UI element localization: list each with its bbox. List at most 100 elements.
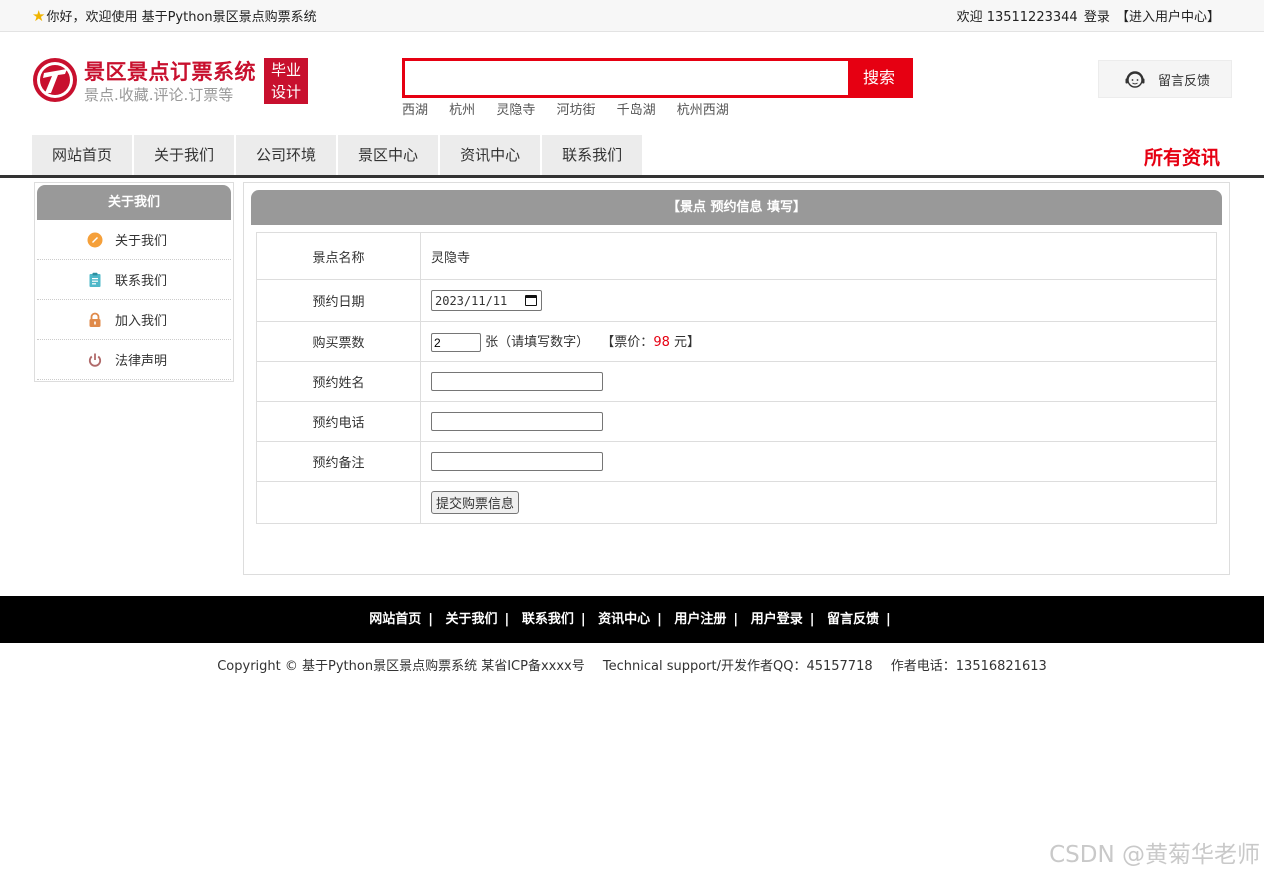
- nav-item-news[interactable]: 资讯中心: [440, 135, 542, 175]
- lock-icon: [89, 312, 101, 327]
- form-row-submit: 提交购票信息: [256, 481, 1217, 524]
- note-label: 预约备注: [256, 441, 421, 482]
- price-suffix: 元】: [674, 335, 701, 350]
- clipboard-icon: [89, 272, 101, 287]
- nav-item-home[interactable]: 网站首页: [32, 135, 134, 175]
- logo-subtitle: 景点.收藏.评论.订票等: [84, 86, 234, 104]
- copyright-line: Copyright © 基于Python景区景点购票系统 某省ICP备xxxx号…: [0, 655, 1264, 674]
- footer-separator: |: [809, 612, 815, 627]
- top-bar: ★ 你好，欢迎使用 基于Python景区景点购票系统 欢迎 1351122334…: [0, 0, 1264, 32]
- spot-label: 景点名称: [256, 232, 421, 280]
- footer-separator: |: [886, 612, 891, 627]
- hotword-link[interactable]: 西湖: [402, 103, 428, 118]
- logo-title: 景区景点订票系统: [84, 60, 256, 84]
- sidebar-item-legal[interactable]: 法律声明: [37, 340, 231, 380]
- login-link[interactable]: 登录: [1084, 10, 1110, 25]
- all-news-link[interactable]: 所有资讯: [1144, 143, 1220, 170]
- hotword-link[interactable]: 灵隐寺: [496, 103, 535, 118]
- logo-badge: 毕业 设计: [264, 58, 308, 104]
- booking-panel-title: 【景点 预约信息 填写】: [251, 190, 1222, 225]
- nav-item-about[interactable]: 关于我们: [134, 135, 236, 175]
- form-row-date: 预约日期 2023/11/11: [256, 279, 1217, 322]
- badge-line-2: 设计: [270, 83, 301, 101]
- nav-item-scenic[interactable]: 景区中心: [338, 135, 440, 175]
- main-nav: 网站首页 关于我们 公司环境 景区中心 资讯中心 联系我们: [32, 135, 644, 175]
- sidebar: 关于我们 关于我们 联系我们 加入我们 法律声明: [34, 182, 234, 382]
- nav-item-contact[interactable]: 联系我们: [542, 135, 644, 175]
- feedback-label: 留言反馈: [1158, 73, 1211, 89]
- submit-button[interactable]: 提交购票信息: [431, 491, 520, 514]
- price-prefix: 【票价：: [601, 335, 654, 350]
- date-input[interactable]: 2023/11/11: [431, 290, 542, 311]
- footer-separator: |: [580, 612, 586, 627]
- feedback-button[interactable]: 留言反馈: [1098, 60, 1232, 98]
- sidebar-item-contact[interactable]: 联系我们: [37, 260, 231, 300]
- user-greeting: 欢迎 13511223344: [956, 10, 1078, 25]
- footer-separator: |: [428, 612, 433, 627]
- phone-input[interactable]: [431, 412, 603, 431]
- sidebar-item-label: 关于我们: [115, 234, 168, 249]
- note-input[interactable]: [431, 452, 603, 471]
- about-icon: [87, 232, 103, 247]
- user-links: 欢迎 13511223344 登录 【进入用户中心】: [955, 6, 1220, 25]
- search-button[interactable]: 搜索: [848, 61, 910, 95]
- footer-separator: |: [657, 612, 662, 627]
- sidebar-item-label: 法律声明: [115, 354, 168, 369]
- footer-link-news[interactable]: 资讯中心: [598, 612, 650, 627]
- ticket-price: 98: [653, 335, 670, 350]
- form-row-phone: 预约电话: [256, 401, 1217, 442]
- footer-link-contact[interactable]: 联系我们: [522, 612, 574, 627]
- nav-item-environment[interactable]: 公司环境: [236, 135, 338, 175]
- form-row-spot: 景点名称 灵隐寺: [256, 232, 1217, 280]
- welcome-text: 你好，欢迎使用 基于Python景区景点购票系统: [46, 10, 317, 25]
- booking-panel: 【景点 预约信息 填写】 景点名称 灵隐寺 预约日期 2023/11/11 购买…: [243, 182, 1230, 575]
- phone-label: 预约电话: [256, 401, 421, 442]
- footer-separator: |: [504, 612, 510, 627]
- footer-link-register[interactable]: 用户注册: [674, 612, 726, 627]
- name-input[interactable]: [431, 372, 603, 391]
- footer-link-feedback[interactable]: 留言反馈: [827, 612, 879, 627]
- hotword-link[interactable]: 千岛湖: [617, 103, 656, 118]
- date-label: 预约日期: [256, 279, 421, 322]
- copyright-text: Copyright © 基于Python景区景点购票系统 某省ICP备xxxx号: [217, 659, 585, 674]
- star-icon: ★: [32, 6, 46, 25]
- csdn-watermark: CSDN @黄菊华老师: [1049, 842, 1260, 868]
- calendar-icon[interactable]: [525, 295, 537, 306]
- sidebar-item-label: 联系我们: [115, 274, 168, 289]
- author-phone: 作者电话：13516821613: [890, 659, 1047, 674]
- user-center-link[interactable]: 【进入用户中心】: [1116, 10, 1220, 25]
- sidebar-title: 关于我们: [37, 185, 231, 220]
- qty-hint: 张（请填写数字）: [485, 335, 590, 350]
- form-row-name: 预约姓名: [256, 361, 1217, 402]
- qty-input[interactable]: [431, 333, 481, 352]
- footer-separator: |: [733, 612, 739, 627]
- footer-links: 网站首页 | 关于我们 | 联系我们 | 资讯中心 | 用户注册 | 用户登录 | 留言反馈…: [0, 596, 1264, 643]
- hotword-link[interactable]: 杭州: [449, 103, 475, 118]
- sidebar-item-label: 加入我们: [115, 314, 168, 329]
- footer-link-login[interactable]: 用户登录: [751, 612, 803, 627]
- hotword-link[interactable]: 杭州西湖: [677, 103, 729, 118]
- sidebar-item-about[interactable]: 关于我们: [37, 220, 231, 260]
- customer-service-icon: [1125, 71, 1145, 88]
- form-row-note: 预约备注: [256, 441, 1217, 482]
- footer-link-about[interactable]: 关于我们: [446, 612, 498, 627]
- name-label: 预约姓名: [256, 361, 421, 402]
- form-row-qty: 购买票数 张（请填写数字） 【票价：98 元】: [256, 321, 1217, 362]
- booking-form: 景点名称 灵隐寺 预约日期 2023/11/11 购买票数 张（请填写数字） 【…: [256, 232, 1217, 524]
- site-logo[interactable]: 景区景点订票系统 景点.收藏.评论.订票等 毕业 设计: [31, 56, 311, 106]
- welcome-message: ★ 你好，欢迎使用 基于Python景区景点购票系统: [32, 6, 317, 26]
- hotword-link[interactable]: 河坊街: [556, 103, 595, 118]
- badge-line-1: 毕业: [270, 61, 301, 79]
- date-value: 2023/11/11: [435, 293, 508, 308]
- support-text: Technical support/开发作者QQ：45157718: [602, 659, 873, 674]
- footer-link-home[interactable]: 网站首页: [369, 612, 421, 627]
- nav-divider: [0, 175, 1264, 178]
- search-input[interactable]: [405, 61, 851, 95]
- search-box: 搜索: [402, 58, 913, 98]
- qty-label: 购买票数: [256, 321, 421, 362]
- hot-keywords: 西湖 杭州 灵隐寺 河坊街 千岛湖 杭州西湖: [402, 99, 746, 118]
- logo-mark-icon: [33, 58, 77, 102]
- sidebar-item-join[interactable]: 加入我们: [37, 300, 231, 340]
- power-icon: [88, 353, 102, 367]
- spot-value: 灵隐寺: [420, 232, 1217, 280]
